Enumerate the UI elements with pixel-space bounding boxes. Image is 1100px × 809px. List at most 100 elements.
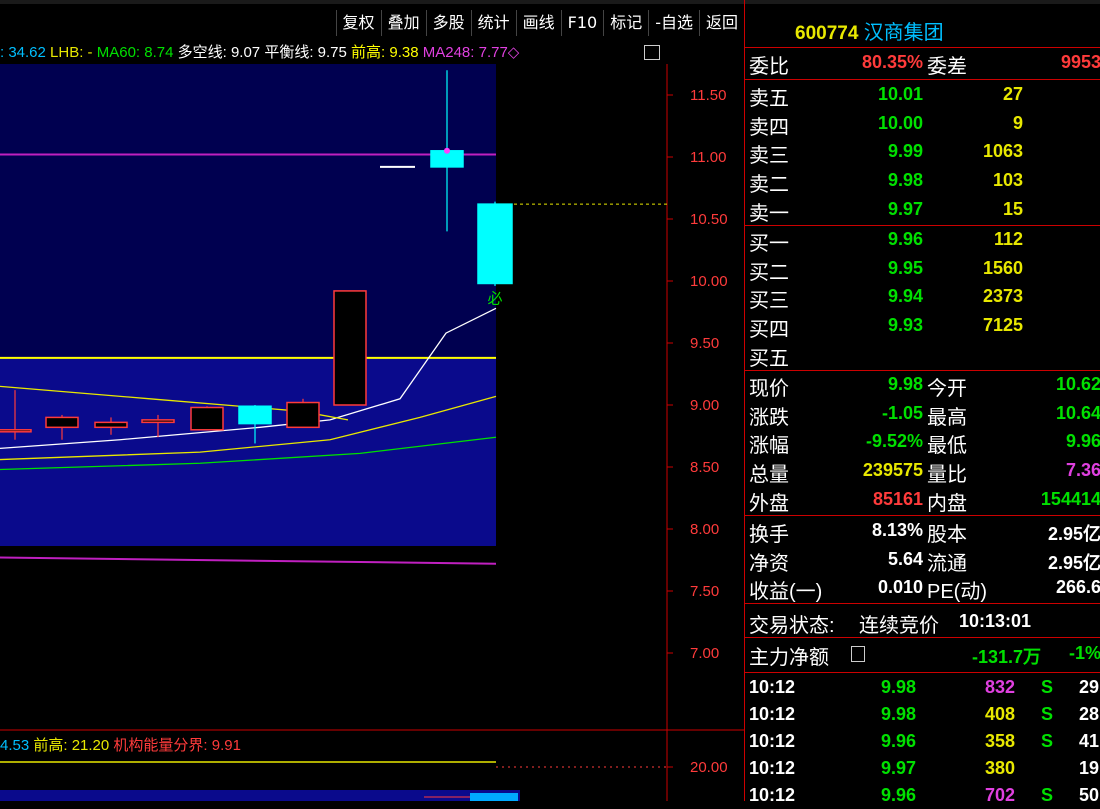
- stat-row-0-value: 9.98: [887, 374, 923, 394]
- ask-row-4-value: 9.97: [887, 198, 923, 219]
- ask-row-0-value: 10.01: [877, 84, 923, 104]
- toolbar-button-6[interactable]: 标记: [603, 10, 648, 36]
- tick-time: 10:12: [749, 731, 796, 751]
- stat-row-1-value2: 10.64: [1055, 402, 1100, 423]
- tick-time: 10:12: [749, 677, 796, 697]
- bid-row-1-value2: 1560: [982, 257, 1023, 278]
- bid-row-1-value: 9.95: [887, 257, 923, 278]
- trade-status-row: 交易状态: 连续竞价 10:13:01: [749, 609, 1100, 637]
- candle-body: [477, 203, 513, 285]
- tick-side: S: [1041, 731, 1054, 751]
- ask-row-4-label: 卖一: [749, 202, 789, 225]
- stat-row-2-label2: 最低: [927, 435, 967, 458]
- ask-row-0-label: 卖五: [749, 88, 789, 110]
- tick-vol: 358: [985, 731, 1016, 751]
- lower-ind-a: 4.53: [0, 737, 30, 754]
- y-tick-label: 9.50: [690, 335, 719, 352]
- stat2-row-1: 净资 5.64 流通 2.95亿: [749, 547, 1100, 575]
- candle-body: [333, 290, 367, 406]
- candle-body: [190, 406, 224, 431]
- toolbar-button-4[interactable]: 画线: [515, 10, 561, 36]
- stat2-row-2-label: 收益(一): [749, 581, 823, 604]
- stat-row-0-label2: 今开: [927, 378, 967, 400]
- lower-indicator-line: 4.53 前高: 21.20 机构能量分界: 9.91: [0, 734, 241, 755]
- bid-row-0: 买一 9.96 112: [749, 227, 1100, 255]
- bid-row-1-label: 买二: [749, 261, 789, 284]
- bid-row-0-value: 9.96: [887, 229, 923, 249]
- candle-body: [94, 421, 128, 429]
- stat2-row-2-value2: 266.6: [1055, 577, 1100, 598]
- indicator-line: : 34.62 LHB: - MA60: 8.74 多空线: 9.07 平衡线:…: [0, 42, 519, 64]
- stock-code: 600774: [795, 23, 859, 44]
- bid-row-3-value: 9.93: [887, 315, 923, 336]
- bid-row-4-label: 买五: [749, 347, 789, 370]
- stat-row-3: 总量 239575 量比 7.36: [749, 458, 1100, 486]
- stat-row-3-value2: 7.36: [1065, 460, 1100, 481]
- tick-vol: 380: [985, 758, 1016, 778]
- candle-body: [45, 416, 79, 429]
- ind-ma60: MA60: 8.74: [96, 44, 174, 61]
- stat2-row-1-value2: 2.95亿: [1047, 552, 1100, 573]
- panel-toggle-icon[interactable]: [644, 45, 660, 60]
- toolbar-button-5[interactable]: F10: [560, 10, 604, 36]
- toolbar-button-1[interactable]: 叠加: [380, 10, 426, 36]
- y-tick-label: 11.00: [690, 149, 726, 166]
- toolbar-button-7[interactable]: -自选: [648, 10, 699, 36]
- stock-name: 汉商集团: [863, 22, 944, 44]
- stat-row-3-label2: 量比: [927, 464, 967, 487]
- webi-value: 80.35%: [861, 52, 923, 72]
- tick-side: S: [1041, 785, 1054, 805]
- toolbar-button-0[interactable]: 复权: [335, 10, 381, 36]
- tick-num: 19: [1079, 758, 1100, 778]
- signal-marker-label: 必: [487, 289, 502, 307]
- ask-row-4-value2: 15: [1002, 198, 1023, 219]
- toolbar-button-3[interactable]: 统计: [470, 10, 516, 36]
- stat-row-1: 涨跌 -1.05 最高 10.64: [749, 401, 1100, 429]
- stat2-row-0: 换手 8.13% 股本 2.95亿: [749, 518, 1100, 546]
- ask-row-3-label: 卖二: [749, 174, 789, 197]
- ma248-line: [0, 556, 497, 565]
- weicha-label: 委差: [927, 56, 967, 78]
- webi-label: 委比: [749, 56, 789, 78]
- candle-body: [141, 419, 175, 424]
- main-flow-label: 主力净额: [749, 647, 829, 669]
- lower-band: [0, 790, 520, 801]
- ask-row-0-value2: 27: [1002, 84, 1023, 104]
- tick-row: 10:12 9.97 380 19: [749, 755, 1100, 782]
- y-tick-label: 10.00: [690, 273, 728, 290]
- bid-row-0-value2: 112: [993, 229, 1023, 249]
- stat2-row-2: 收益(一) 0.010 PE(动) 266.6: [749, 575, 1100, 603]
- toolbar-button-2[interactable]: 多股: [425, 10, 471, 36]
- stat-row-2-value2: 9.96: [1065, 431, 1100, 452]
- tick-vol: 702: [985, 785, 1016, 805]
- lower-ind-c: 机构能量分界: 9.91: [113, 737, 241, 754]
- chart-toolbar: 复权 叠加 多股 统计 画线 F10 标记 -自选 返回: [0, 10, 744, 38]
- toolbar-button-8[interactable]: 返回: [698, 10, 744, 36]
- tick-vol: 408: [985, 704, 1016, 724]
- ind-pingheng: 平衡线: 9.75: [264, 44, 347, 61]
- tick-side: S: [1041, 704, 1054, 724]
- ask-row-1: 卖四 10.00 9: [749, 111, 1100, 139]
- main-flow-pct: -1%: [1068, 643, 1100, 663]
- ask-row-3-value: 9.98: [887, 170, 923, 191]
- weicha-value: 9953: [1060, 52, 1100, 72]
- ask-row-4: 卖一 9.97 15: [749, 197, 1100, 225]
- flow-detail-icon[interactable]: [851, 646, 865, 662]
- trade-status-label: 交易状态:: [749, 615, 835, 637]
- y-tick-label: 11.50: [690, 87, 726, 104]
- stat-row-0: 现价 9.98 今开 10.62: [749, 372, 1100, 400]
- stat-row-1-value: -1.05: [881, 402, 923, 423]
- ind-ma248: MA248: 7.77◇: [422, 44, 520, 61]
- stat2-row-2-label2: PE(动): [927, 581, 987, 604]
- ask-row-2: 卖三 9.99 1063: [749, 139, 1100, 167]
- y-tick-label: 7.00: [690, 645, 719, 662]
- price-chart[interactable]: 必 11.50 11.00 10.50 10.00 9.50 9.00 8.50 8.00 7.5…: [0, 64, 744, 801]
- stat-row-4-label2: 内盘: [927, 492, 967, 515]
- stat-row-0-label: 现价: [749, 378, 789, 400]
- ask-row-1-value: 10.00: [877, 112, 923, 133]
- tick-row: 10:12 9.98 408 S 28: [749, 701, 1100, 728]
- webi-row: 委比 80.35% 委差 9953: [749, 50, 1100, 78]
- stat-row-2: 涨幅 -9.52% 最低 9.96: [749, 429, 1100, 457]
- tick-time: 10:12: [749, 785, 796, 805]
- y-tick-label: 8.50: [690, 459, 719, 476]
